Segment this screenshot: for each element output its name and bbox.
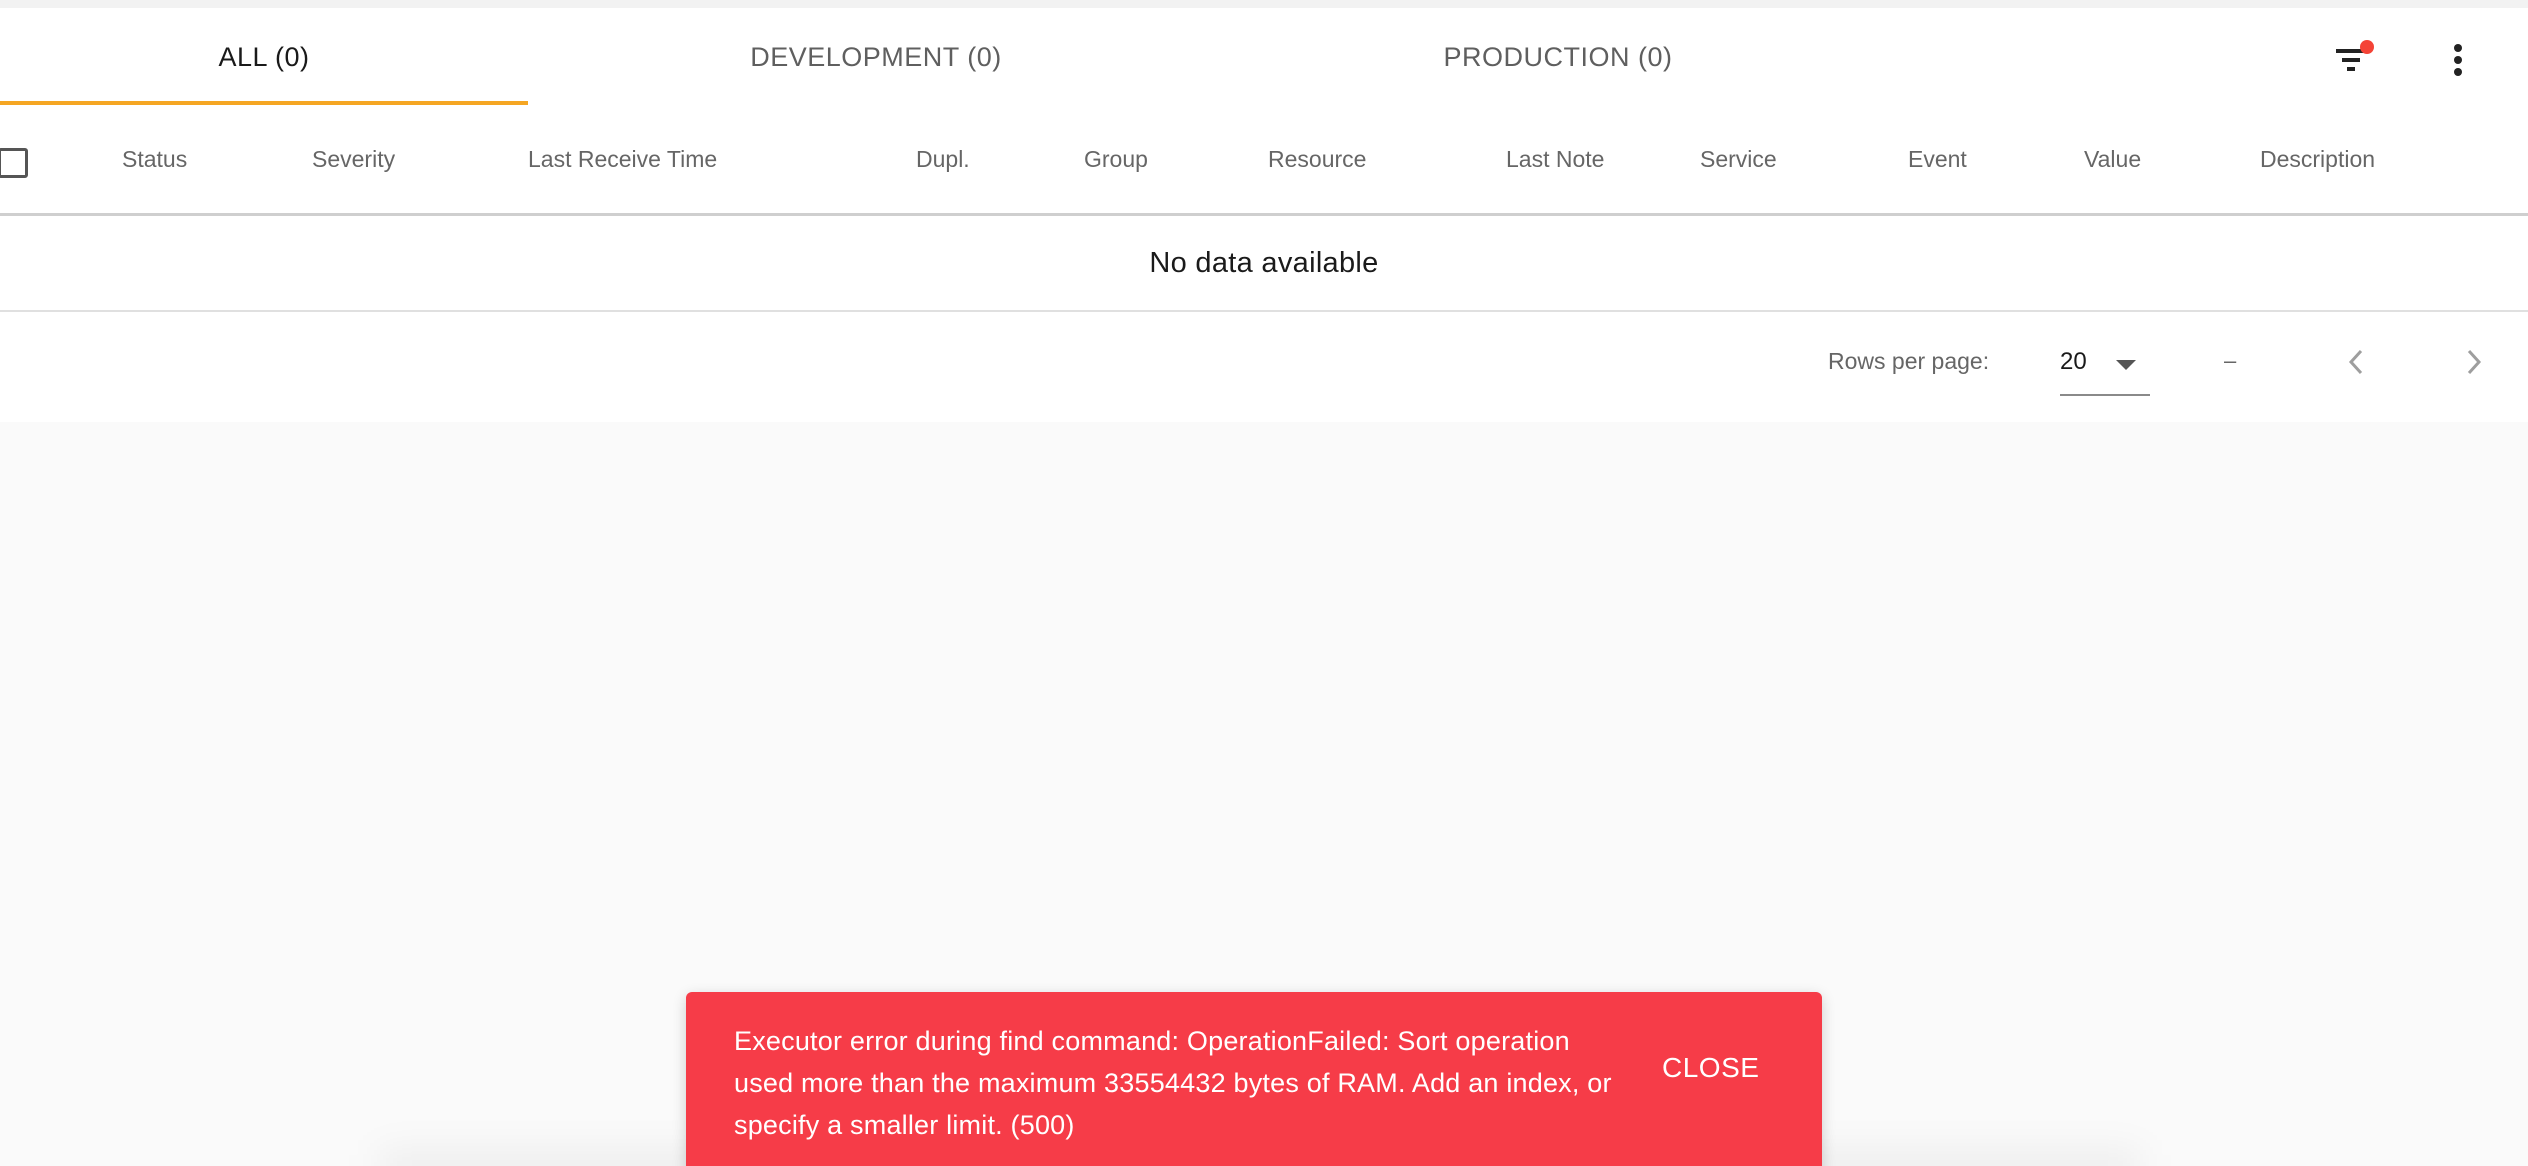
column-header-last-receive-time[interactable]: Last Receive Time: [528, 106, 717, 213]
tab-development[interactable]: DEVELOPMENT (0): [528, 8, 1224, 106]
active-tab-indicator: [0, 101, 528, 105]
next-page-button[interactable]: [2450, 338, 2498, 386]
rows-per-page-select[interactable]: 20: [2060, 336, 2150, 396]
column-header-event[interactable]: Event: [1908, 106, 1967, 213]
filter-active-badge: [2360, 40, 2374, 54]
close-snackbar-button[interactable]: CLOSE: [1662, 1052, 1759, 1094]
alerts-page: ALL (0) DEVELOPMENT (0) PRODUCTION (0) S…: [0, 0, 2528, 1166]
top-strip: [0, 0, 2528, 8]
rows-per-page-label: Rows per page:: [1828, 348, 1990, 374]
filter-button[interactable]: [2322, 30, 2382, 90]
select-all-checkbox[interactable]: [0, 148, 28, 178]
more-options-button[interactable]: [2428, 30, 2488, 90]
previous-page-button[interactable]: [2332, 338, 2380, 386]
column-header-group[interactable]: Group: [1084, 106, 1148, 213]
chevron-left-icon: [2348, 349, 2363, 375]
column-header-status[interactable]: Status: [122, 106, 187, 213]
column-header-duplicates[interactable]: Dupl.: [916, 106, 970, 213]
alerts-card: ALL (0) DEVELOPMENT (0) PRODUCTION (0) S…: [0, 8, 2528, 422]
error-message: Executor error during find command: Oper…: [734, 1026, 1612, 1140]
tab-production[interactable]: PRODUCTION (0): [1224, 8, 1892, 106]
table-header: Status Severity Last Receive Time Dupl. …: [0, 106, 2528, 216]
column-header-last-note[interactable]: Last Note: [1506, 106, 1604, 213]
column-header-value[interactable]: Value: [2084, 106, 2141, 213]
page-range-text: –: [2224, 348, 2237, 373]
column-header-service[interactable]: Service: [1700, 106, 1777, 213]
rows-per-page-value: 20: [2060, 348, 2087, 375]
empty-table-message: No data available: [0, 216, 2528, 312]
column-header-severity[interactable]: Severity: [312, 106, 395, 213]
table-pagination: Rows per page: 20 –: [0, 312, 2528, 422]
environment-tabs: ALL (0) DEVELOPMENT (0) PRODUCTION (0): [0, 8, 2528, 106]
column-header-resource[interactable]: Resource: [1268, 106, 1366, 213]
column-header-description[interactable]: Description: [2260, 106, 2375, 213]
tab-all[interactable]: ALL (0): [0, 8, 528, 106]
dropdown-arrow-icon: [2116, 360, 2136, 370]
more-vert-icon: [2454, 44, 2462, 76]
error-snackbar: Executor error during find command: Oper…: [686, 992, 1822, 1166]
chevron-right-icon: [2467, 349, 2482, 375]
